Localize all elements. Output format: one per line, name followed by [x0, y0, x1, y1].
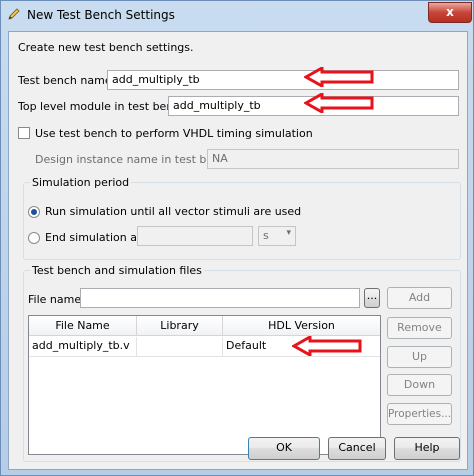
column-header-hdl-version[interactable]: HDL Version: [223, 316, 380, 336]
time-unit-value: s: [263, 229, 269, 242]
down-button[interactable]: Down: [387, 374, 452, 396]
simulation-period-title: Simulation period: [30, 176, 132, 189]
files-group-title: Test bench and simulation files: [30, 264, 204, 277]
close-button[interactable]: x: [428, 2, 472, 23]
end-at-radio[interactable]: [28, 232, 40, 244]
cell-library: [137, 337, 223, 357]
add-button[interactable]: Add: [387, 287, 452, 309]
red-arrow-icon: [304, 93, 374, 113]
run-all-label: Run simulation until all vector stimuli …: [45, 205, 302, 218]
help-button[interactable]: Help: [394, 437, 460, 460]
ok-button[interactable]: OK: [248, 437, 320, 460]
top-level-module-label: Top level module in test bench:: [18, 100, 191, 113]
run-all-radio[interactable]: [28, 206, 40, 218]
browse-button[interactable]: ...: [364, 288, 380, 308]
dialog-body: Create new test bench settings. Test ben…: [8, 31, 468, 470]
end-at-input[interactable]: [137, 226, 253, 246]
chevron-down-icon: ▾: [286, 228, 291, 238]
vhdl-timing-checkbox[interactable]: [18, 127, 30, 139]
intro-text: Create new test bench settings.: [18, 41, 194, 54]
time-unit-select[interactable]: s ▾: [258, 226, 296, 246]
end-at-label: End simulation at:: [45, 231, 145, 244]
vhdl-timing-label: Use test bench to perform VHDL timing si…: [35, 127, 313, 140]
column-header-file-name[interactable]: File Name: [29, 316, 137, 336]
simulation-period-group: Simulation period Run simulation until a…: [23, 176, 461, 260]
design-instance-input[interactable]: NA: [207, 149, 459, 169]
file-name-input[interactable]: [80, 288, 360, 308]
red-arrow-icon: [292, 336, 362, 356]
window-title: New Test Bench Settings: [27, 8, 175, 22]
test-bench-name-label: Test bench name:: [18, 74, 116, 87]
dialog-window: New Test Bench Settings x Create new tes…: [0, 0, 474, 476]
cancel-button[interactable]: Cancel: [328, 437, 386, 460]
file-name-label: File name:: [28, 293, 85, 306]
pencil-icon: [8, 8, 20, 20]
red-arrow-icon: [304, 67, 374, 87]
close-icon: x: [446, 5, 454, 19]
cell-file-name: add_multiply_tb.v: [29, 337, 137, 357]
column-header-library[interactable]: Library: [137, 316, 223, 336]
up-button[interactable]: Up: [387, 346, 452, 368]
test-bench-name-input[interactable]: add_multiply_tb: [107, 70, 459, 90]
files-group: Test bench and simulation files File nam…: [23, 264, 461, 462]
remove-button[interactable]: Remove: [387, 317, 452, 339]
properties-button[interactable]: Properties...: [387, 403, 452, 425]
title-bar[interactable]: New Test Bench Settings x: [1, 1, 473, 29]
